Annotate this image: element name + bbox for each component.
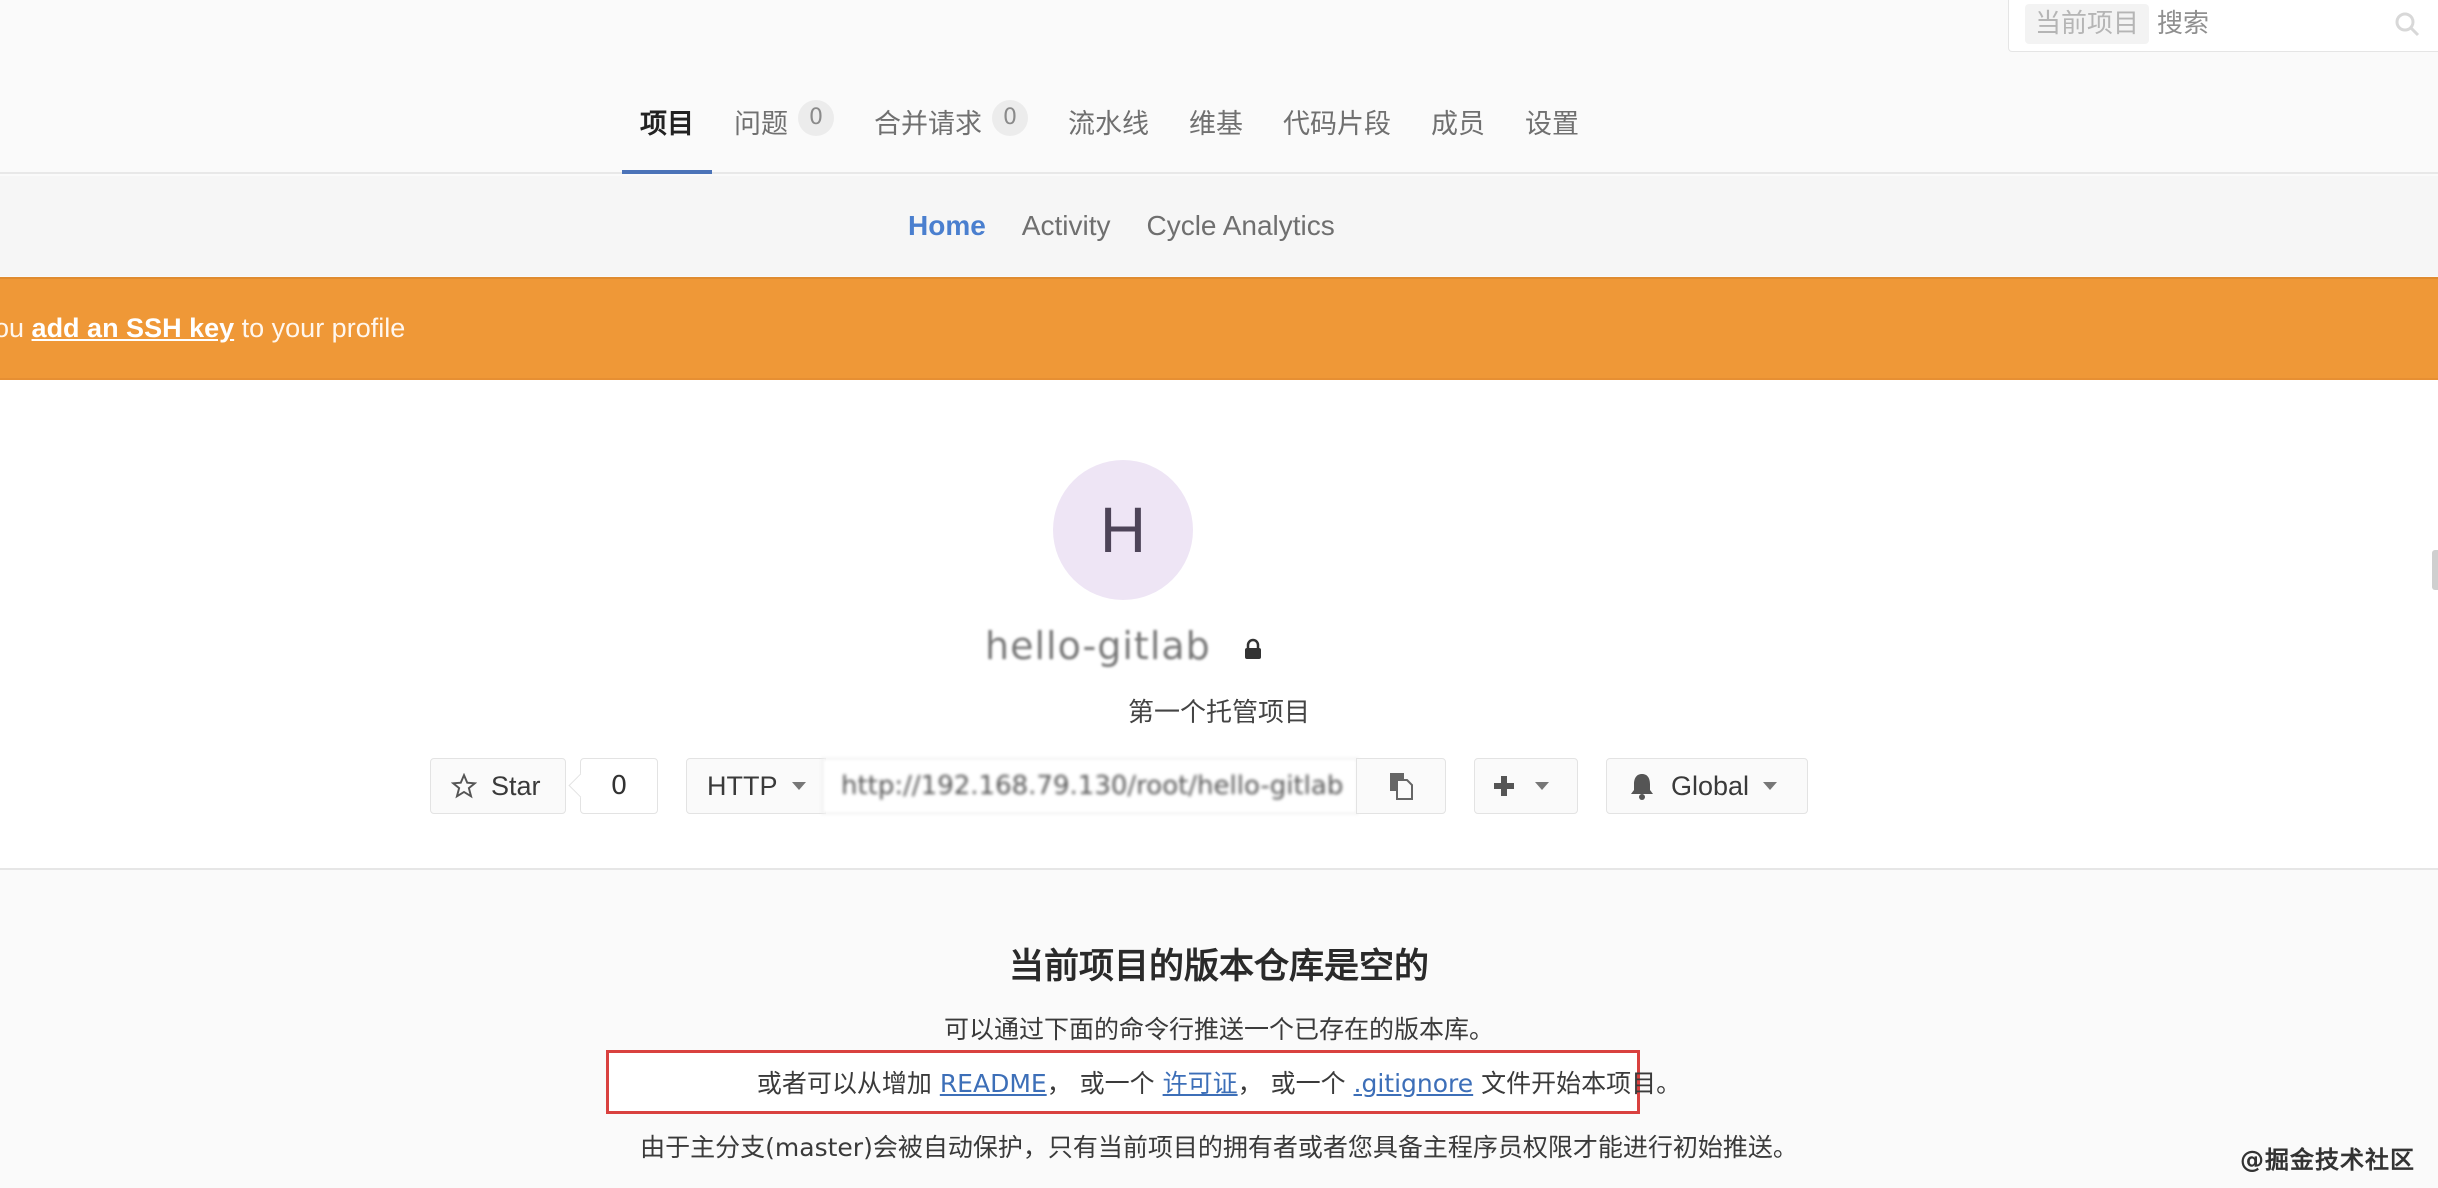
nav-item-merge-requests[interactable]: 合并请求 0 — [856, 90, 1046, 174]
nav-item-project[interactable]: 项目 — [622, 90, 712, 174]
search-input[interactable]: 搜索 — [2157, 4, 2209, 44]
nav-label: 问题 — [734, 109, 788, 140]
nav-item-snippets[interactable]: 代码片段 — [1265, 90, 1409, 174]
project-name: hello-gitlab — [985, 624, 1211, 668]
nav-item-issues[interactable]: 问题 0 — [716, 90, 852, 174]
protected-branch-note: 由于主分支(master)会被自动保护，只有当前项目的拥有者或者您具备主程序员权… — [640, 1133, 1798, 1162]
hint-text: 或者可以从增加 — [756, 1069, 940, 1098]
hint-text: ， 或一个 — [1237, 1069, 1354, 1098]
nav-item-settings[interactable]: 设置 — [1507, 90, 1597, 174]
issues-count-badge: 0 — [798, 100, 834, 136]
project-nav: 项目 问题 0 合并请求 0 流水线 维基 代码片段 成员 设置 — [622, 90, 1601, 174]
add-new-dropdown[interactable] — [1474, 758, 1578, 814]
nav-item-members[interactable]: 成员 — [1413, 90, 1503, 174]
copy-icon — [1390, 773, 1413, 800]
hint-text: ， 或一个 — [1046, 1069, 1163, 1098]
watermark: @掘金技术社区 — [2240, 1146, 2415, 1174]
bell-icon — [1631, 774, 1653, 800]
clone-url-input[interactable]: http://192.168.79.130/root/hello-gitlab — [822, 758, 1358, 814]
copy-url-button[interactable] — [1356, 758, 1446, 814]
star-label: Star — [491, 770, 541, 801]
start-project-hint: 或者可以从增加 README， 或一个 许可证， 或一个 .gitignore … — [0, 1064, 2438, 1100]
nav-label: 设置 — [1525, 109, 1579, 140]
star-count[interactable]: 0 — [580, 758, 658, 814]
subnav-cycle-analytics[interactable]: Cycle Analytics — [1146, 210, 1334, 242]
nav-label: 合并请求 — [874, 109, 982, 140]
nav-label: 维基 — [1189, 109, 1243, 140]
subnav-home[interactable]: Home — [908, 210, 986, 242]
nav-label: 成员 — [1431, 109, 1485, 140]
add-readme-link[interactable]: README — [940, 1069, 1047, 1098]
notification-label: Global — [1671, 770, 1750, 801]
add-gitignore-link[interactable]: .gitignore — [1354, 1069, 1474, 1098]
plus-icon — [1494, 776, 1514, 796]
banner-message: ou add an SSH key to your profile — [0, 313, 405, 344]
subnav-activity[interactable]: Activity — [1022, 210, 1111, 242]
nav-item-pipelines[interactable]: 流水线 — [1050, 90, 1167, 174]
sub-navigation: Home Activity Cycle Analytics — [0, 176, 2438, 276]
project-avatar: H — [1053, 460, 1193, 600]
chevron-down-icon — [791, 782, 806, 790]
ssh-key-warning-banner: ou add an SSH key to your profile — [0, 277, 2438, 380]
chevron-down-icon — [1535, 782, 1549, 790]
banner-prefix: ou — [0, 313, 25, 343]
chevron-down-icon — [1763, 782, 1778, 790]
merge-requests-count-badge: 0 — [992, 100, 1028, 136]
push-existing-hint: 可以通过下面的命令行推送一个已存在的版本库。 — [943, 1015, 1494, 1044]
project-actions: Star 0 HTTP http://192.168.79.130/root/h… — [0, 758, 2438, 814]
search-box[interactable]: 当前项目 搜索 — [2008, 0, 2438, 52]
add-ssh-key-link[interactable]: add an SSH key — [32, 313, 235, 343]
clone-protocol-dropdown[interactable]: HTTP — [686, 758, 826, 814]
empty-repo-title: 当前项目的版本仓库是空的 — [1008, 947, 1429, 987]
nav-label: 代码片段 — [1283, 109, 1391, 140]
top-navigation-bar: 当前项目 搜索 项目 问题 0 合并请求 0 流水线 维基 代码片段 成员 设置 — [0, 0, 2438, 174]
scrollbar-handle[interactable] — [2432, 550, 2438, 590]
project-header: H hello-gitlab 第一个托管项目 Star 0 HTTP http:… — [0, 380, 2438, 870]
notification-level-dropdown[interactable]: Global — [1606, 758, 1808, 814]
banner-suffix: to your profile — [234, 313, 406, 343]
lock-icon — [1245, 638, 1261, 659]
star-icon — [451, 773, 477, 799]
nav-item-wiki[interactable]: 维基 — [1171, 90, 1261, 174]
nav-label: 流水线 — [1068, 109, 1149, 140]
star-button[interactable]: Star — [430, 758, 566, 814]
project-description: 第一个托管项目 — [1127, 698, 1310, 728]
empty-repository-notice: 当前项目的版本仓库是空的 可以通过下面的命令行推送一个已存在的版本库。 或者可以… — [0, 872, 2438, 1188]
search-icon[interactable] — [2393, 10, 2421, 38]
add-license-link[interactable]: 许可证 — [1163, 1069, 1238, 1098]
nav-label: 项目 — [640, 109, 694, 140]
search-scope-badge[interactable]: 当前项目 — [2025, 4, 2150, 44]
hint-text: 文件开始本项目。 — [1473, 1069, 1682, 1098]
protocol-label: HTTP — [707, 770, 778, 801]
